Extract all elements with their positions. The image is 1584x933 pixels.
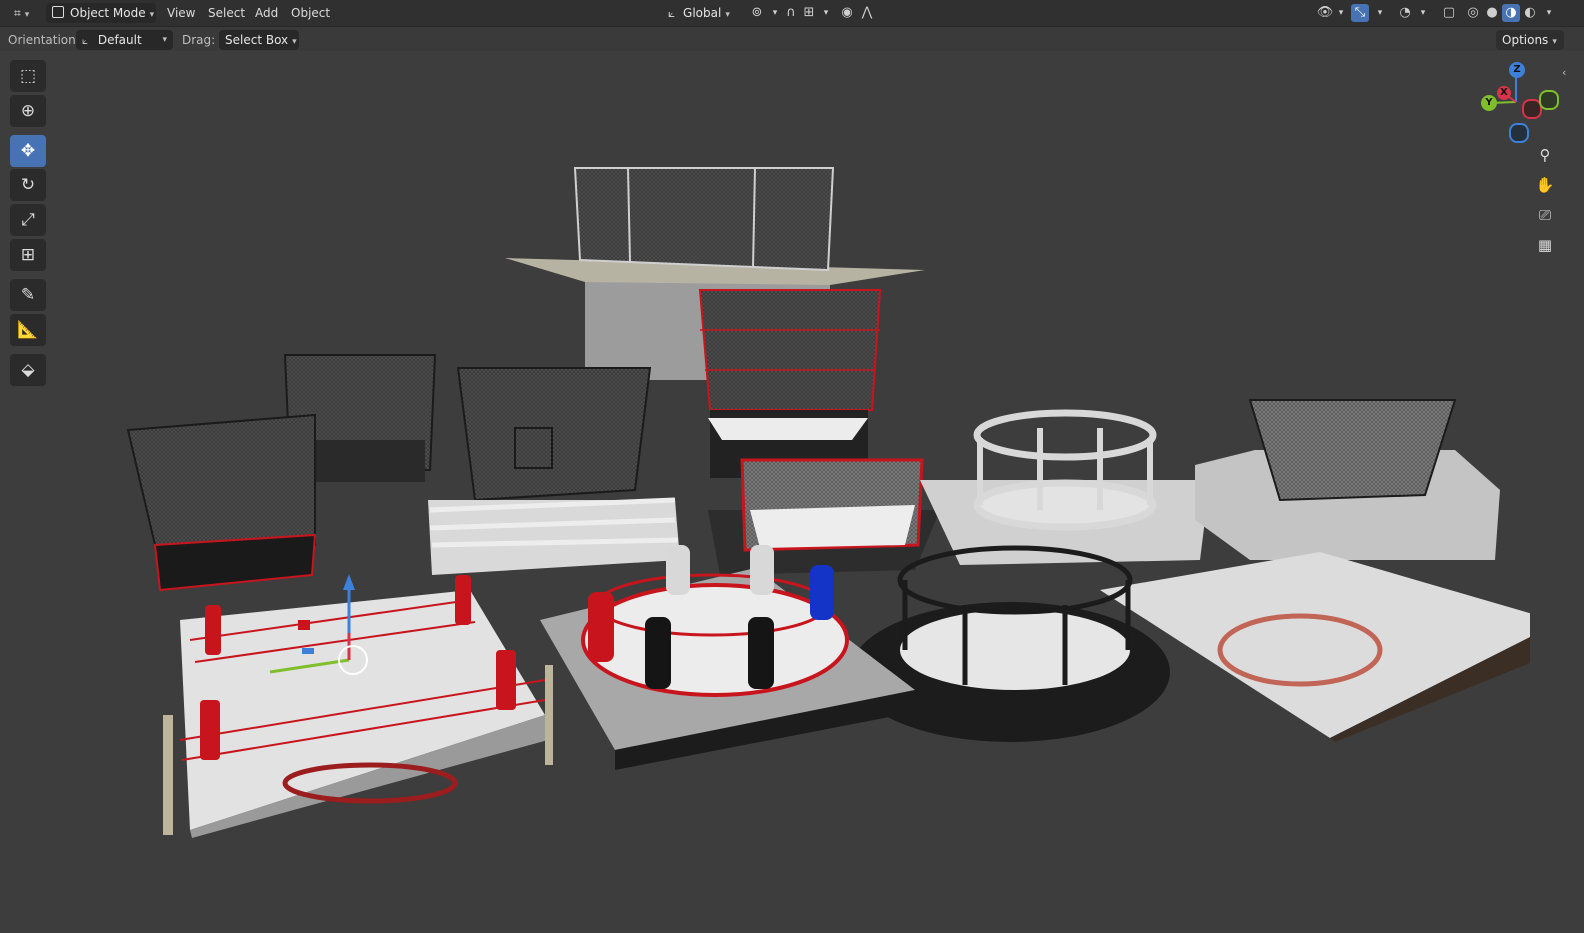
black-cage-left-red-base[interactable] (126, 413, 317, 592)
falloff-icon[interactable]: ⋀ (858, 4, 876, 22)
gizmo-chevron-icon[interactable]: ▾ (1371, 4, 1389, 22)
white-square-arena[interactable] (1100, 552, 1530, 742)
editor-type-button[interactable]: ⌗ ▾ (8, 3, 40, 23)
transform-tool[interactable]: ⊞ (10, 239, 46, 271)
white-bar-octagon-cage[interactable] (920, 409, 1210, 565)
menu-object[interactable]: Object (291, 3, 330, 23)
white-platform-octagon-cage[interactable] (1195, 399, 1500, 560)
annotate-tool[interactable]: ✎ (10, 279, 46, 311)
overlay-icon[interactable]: ◔ (1396, 4, 1414, 22)
rotate-tool[interactable]: ↻ (10, 169, 46, 201)
menu-add[interactable]: Add (255, 3, 278, 23)
3d-viewport-scene[interactable] (60, 52, 1530, 912)
visibility-chevron-icon[interactable]: ▾ (1332, 4, 1350, 22)
orientation-label: Orientation: (8, 33, 80, 47)
gizmo-neg-z[interactable] (1509, 123, 1529, 143)
gizmo-z-axis[interactable]: Z (1509, 62, 1525, 78)
snap-chevron-icon[interactable]: ▾ (817, 4, 835, 22)
menu-view[interactable]: View (167, 3, 195, 23)
red-octagon-cage-tall[interactable] (698, 289, 882, 478)
snap-increment-icon[interactable]: ⊞ (800, 4, 818, 22)
gizmo-y-axis[interactable]: Y (1481, 95, 1497, 111)
add-cube-tool[interactable]: ⬙ (10, 354, 46, 386)
round-ring-center[interactable] (540, 545, 915, 770)
gizmo-neg-y[interactable] (1539, 90, 1559, 110)
select-box-icon: ⬚ (19, 66, 37, 86)
mode-dropdown[interactable]: Object Mode ▾ (46, 3, 156, 23)
zoom-icon[interactable]: ⚲ (1532, 142, 1558, 168)
orientation-gizmo-icon: ⟀ (82, 36, 88, 47)
move-icon: ✥ (20, 141, 36, 161)
rendered-shading-icon[interactable]: ◐ (1521, 4, 1539, 22)
orientation-dropdown[interactable]: ⟀ Default ▾ (76, 30, 173, 50)
snap-magnet-icon[interactable]: ∩ (782, 4, 800, 22)
gizmo-x-axis[interactable]: X (1497, 86, 1511, 100)
transform-orientation-dropdown[interactable]: ⟀ Global ▾ (662, 3, 740, 23)
menu-select[interactable]: Select (208, 3, 245, 23)
black-box-cage[interactable] (456, 367, 652, 502)
object-mode-icon (52, 6, 64, 18)
shading-chevron-icon[interactable]: ▾ (1540, 4, 1558, 22)
scale-icon: ⤢ (21, 210, 35, 230)
measure-icon: 📐 (17, 320, 39, 340)
scale-tool[interactable]: ⤢ (10, 204, 46, 236)
white-rope-ring[interactable] (428, 497, 680, 575)
wireframe-shading-icon[interactable]: ◎ (1464, 4, 1482, 22)
options-dropdown[interactable]: Options ▾ (1496, 30, 1564, 50)
ortho-grid-icon[interactable]: ▦ (1532, 232, 1558, 258)
gizmo-icon[interactable]: ⤡ (1351, 4, 1369, 22)
solid-shading-icon[interactable]: ● (1483, 4, 1501, 22)
axes-editor-icon: ⌗ (14, 6, 21, 20)
red-rope-boxing-ring[interactable] (163, 575, 553, 838)
sidebar-toggle-chevron-icon[interactable]: ‹ (1562, 66, 1566, 79)
pan-hand-icon[interactable]: ✋ (1532, 172, 1558, 198)
add-cube-icon: ⬙ (21, 360, 35, 380)
overlay-chevron-icon[interactable]: ▾ (1414, 4, 1432, 22)
material-shading-icon[interactable]: ◑ (1502, 4, 1520, 22)
move-tool[interactable]: ✥ (10, 135, 46, 167)
drag-dropdown[interactable]: Select Box ▾ (219, 30, 299, 50)
viewport-header: ⌗ ▾ Object Mode ▾ View Select Add Object ⟀… (0, 0, 1584, 27)
navigation-gizmo[interactable]: Z X Y (1478, 60, 1559, 143)
pivot-icon[interactable]: ⊚ (748, 4, 766, 22)
tool-settings-header: Orientation: ⟀ Default ▾ Drag: Select Box… (0, 27, 1584, 51)
annotate-icon: ✎ (20, 285, 36, 305)
select-box-tool[interactable]: ⬚ (10, 60, 46, 92)
rotate-icon: ↻ (20, 175, 36, 195)
proportional-edit-icon[interactable]: ◉ (838, 4, 856, 22)
measure-tool[interactable]: 📐 (10, 314, 46, 346)
orientation-axes-icon: ⟀ (668, 6, 676, 20)
transform-icon: ⊞ (20, 245, 36, 265)
red-octagon-cage-small[interactable] (708, 458, 940, 575)
camera-view-icon[interactable]: ⎚ (1532, 202, 1558, 228)
cursor-tool[interactable]: ⊕ (10, 95, 46, 127)
xray-icon[interactable]: ▢ (1440, 4, 1458, 22)
cursor-icon: ⊕ (20, 101, 36, 121)
drag-label: Drag: (182, 33, 216, 47)
